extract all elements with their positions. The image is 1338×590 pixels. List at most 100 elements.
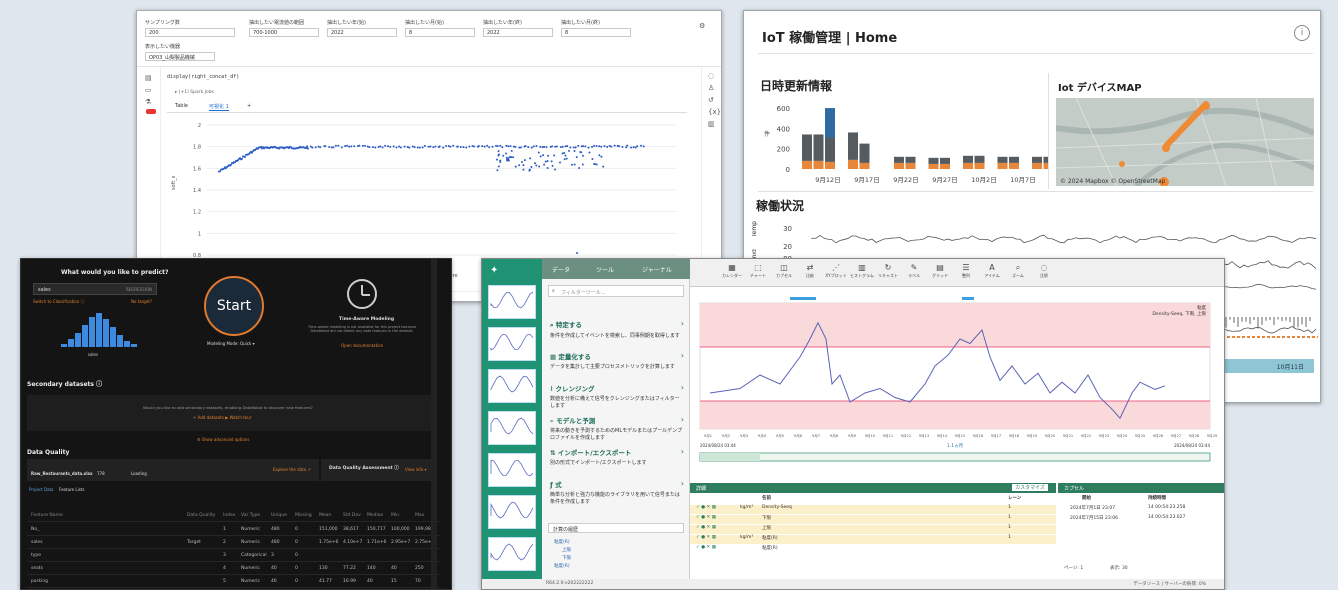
device-marker[interactable] (1119, 161, 1125, 167)
tool-menu-item[interactable]: ⌁ モデルと予測 将来の動きを予測するためのMLモデルまたはプールデンプロファイル… (550, 415, 684, 441)
column-header[interactable]: Max (415, 513, 424, 518)
tool-filter-input[interactable]: ⌕ フィルターツール... (548, 285, 684, 297)
bar-segment[interactable] (928, 157, 939, 164)
current-range-select[interactable]: 700-1000 (249, 28, 319, 37)
library-icon[interactable]: ▥ (708, 121, 715, 128)
add-datasets-link[interactable]: + Add datasets ▶ Watch tour (193, 415, 251, 420)
bar-segment[interactable] (813, 134, 824, 161)
toolbar-button[interactable]: A アイテム (980, 263, 1004, 279)
toolbar-button[interactable]: ⇄ 比較 (798, 263, 822, 279)
signal-icons[interactable]: ✓ ● ✕ ▦ (696, 525, 716, 530)
toolbar-button[interactable]: ↻ リキャスト (876, 263, 900, 279)
user-icon[interactable]: ♙ (708, 85, 714, 92)
history-tree-item[interactable]: 下限 (562, 555, 571, 561)
tool-menu-item[interactable]: ⌕ 特定する 条件を作成してイベントを検索し、同事例期を取得します › (550, 319, 684, 339)
history-tree-item[interactable]: 上限 (562, 547, 571, 553)
month-end-select[interactable]: 8 (561, 28, 631, 37)
pager[interactable]: ページ: 1 (1064, 565, 1083, 571)
range-slider-handle[interactable] (700, 453, 760, 461)
tab-project-data[interactable]: Project Data (29, 487, 54, 492)
bar-segment[interactable] (974, 162, 985, 169)
tab-feature-lists[interactable]: Feature Lists (59, 487, 84, 492)
worksheet-thumbnail[interactable] (488, 327, 536, 361)
tab-data[interactable]: データ (552, 265, 570, 274)
switch-classification-link[interactable]: Switch to Classification ⓘ (33, 299, 85, 305)
bar-segment[interactable] (1043, 162, 1049, 169)
column-header[interactable]: Index (223, 513, 235, 518)
open-docs-link[interactable]: Open documentation (341, 343, 383, 348)
bar-segment[interactable] (894, 162, 904, 169)
column-header[interactable]: Missing (295, 513, 312, 518)
signal-icons[interactable]: ✓ ● ✕ ▦ (696, 505, 716, 510)
signal-row[interactable]: ✓ ● ✕ ▦ 粘度(R) (690, 545, 1056, 554)
table-row[interactable]: seats 4 Numeric 40 0 130 77.22 140 40 250 (27, 562, 441, 575)
tab-journal[interactable]: ジャーナル (642, 265, 672, 274)
start-button[interactable]: Start (204, 276, 264, 336)
range-duration[interactable]: 1.1ヵ月 (947, 443, 963, 449)
bar-segment[interactable] (963, 162, 973, 169)
scrollbar[interactable] (431, 259, 437, 589)
column-header[interactable]: Mean (319, 513, 331, 518)
tab-table[interactable]: Table (175, 103, 188, 109)
device-select[interactable]: OP03_山梨製品機械 (145, 52, 215, 61)
code-cell[interactable]: display(right_concat_df) (167, 74, 239, 80)
widget-settings-icon[interactable]: ⚙ (699, 23, 705, 30)
bar-segment[interactable] (997, 156, 1008, 163)
add-icon[interactable]: ✦ (490, 265, 498, 276)
bar-segment[interactable] (802, 134, 812, 161)
range-slider[interactable] (699, 452, 1211, 462)
worksheet-thumbnail[interactable] (488, 453, 536, 487)
signal-icons[interactable]: ✓ ● ✕ ▦ (696, 535, 716, 540)
column-header[interactable]: Min (391, 513, 399, 518)
explore-data-link[interactable]: Explore the data ↗ (273, 467, 311, 472)
bar-segment[interactable] (848, 132, 858, 160)
toolbar-button[interactable]: ◫ カプセル (772, 263, 796, 279)
toolbar-button[interactable]: ◌ 注釈 (1032, 263, 1056, 279)
bar-segment[interactable] (859, 143, 870, 163)
signal-icons[interactable]: ✓ ● ✕ ▦ (696, 545, 716, 550)
bar-segment[interactable] (825, 137, 835, 162)
variables-icon[interactable]: {x} (708, 109, 721, 116)
tab-visualization[interactable]: 可視化 1 (209, 103, 229, 111)
device-marker[interactable] (1162, 144, 1170, 152)
tool-menu-item[interactable]: ƒ 式簡単な分析と強力な機能のライブラリを用いて信号または条件を作成します › (550, 479, 684, 505)
column-header[interactable]: Unique (271, 513, 287, 518)
signal-row[interactable]: ✓ ● ✕ ▦ 下限 1 (690, 515, 1056, 524)
bar-segment[interactable] (802, 160, 812, 169)
spark-jobs-label[interactable]: ▸ (+1) Spark Jobs (175, 90, 214, 95)
capsule-marker[interactable] (790, 297, 816, 300)
toolbar-button[interactable]: ⬚ チャート (746, 263, 770, 279)
bar-segment[interactable] (928, 163, 939, 169)
signal-icons[interactable]: ✓ ● ✕ ▦ (696, 515, 716, 520)
bar-segment[interactable] (963, 155, 973, 163)
bar-segment[interactable] (1043, 156, 1049, 163)
table-row[interactable]: parking 5 Numeric 46 0 41.77 16.99 40 15 70 (27, 575, 441, 588)
bar-segment[interactable] (1009, 156, 1019, 163)
column-header[interactable]: Var Type (241, 513, 260, 518)
device-map[interactable] (1056, 98, 1314, 186)
bar-segment[interactable] (1032, 162, 1042, 169)
bar-segment[interactable] (848, 159, 858, 169)
toolbar-button[interactable]: ▥ ヒストグラム (850, 263, 874, 279)
bar-segment[interactable] (1032, 156, 1042, 163)
view-info-link[interactable]: View info ▾ (405, 467, 427, 472)
folder-icon[interactable]: ▭ (145, 87, 152, 94)
capsule-row[interactable]: 2024年7月15日 23:06 14 00:54:23.027 (1062, 515, 1222, 524)
sampling-input[interactable]: 200 (145, 28, 235, 37)
capsule-row[interactable]: 2024年7月1日 23:07 14 00:54:23.258 (1062, 505, 1222, 514)
worksheet-thumbnail[interactable] (488, 411, 536, 445)
customize-button[interactable]: カスタマイズ (1012, 484, 1048, 491)
column-header[interactable]: Feature Name (31, 513, 63, 518)
bar-segment[interactable] (905, 156, 916, 163)
page-size-select[interactable]: 表示: 30 (1110, 565, 1128, 571)
history-tree-item[interactable]: 粘度(R) (554, 539, 570, 545)
target-input[interactable]: sales REGRESSION (33, 283, 157, 295)
advanced-options-link[interactable]: ⚙ Show advanced options (197, 437, 249, 442)
info-icon[interactable]: i (1294, 25, 1310, 41)
worksheet-thumbnail[interactable] (488, 537, 536, 571)
bar-segment[interactable] (997, 162, 1008, 169)
bar-segment[interactable] (859, 162, 870, 169)
history-icon[interactable]: ↺ (708, 97, 714, 104)
toolbar-button[interactable]: ✎ ラベル (902, 263, 926, 279)
year-end-select[interactable]: 2022 (483, 28, 553, 37)
